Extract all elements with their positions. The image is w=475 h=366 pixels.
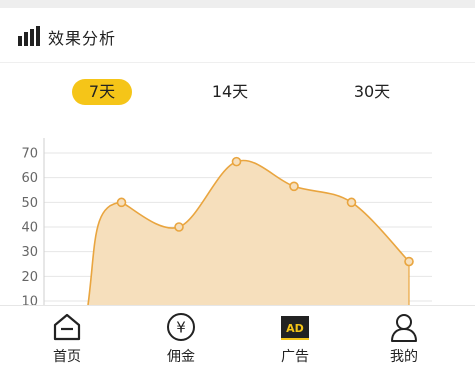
ad-badge-text: AD bbox=[286, 322, 304, 335]
ad-icon: AD bbox=[280, 312, 310, 342]
y-tick-label: 70 bbox=[21, 147, 38, 162]
data-point bbox=[346, 197, 357, 208]
y-tick-label: 50 bbox=[21, 196, 38, 211]
nav-home[interactable]: 首页 bbox=[8, 306, 126, 366]
user-icon bbox=[389, 312, 419, 342]
tab-30-days[interactable]: 30天 bbox=[342, 79, 402, 105]
data-point bbox=[404, 256, 414, 267]
home-icon bbox=[52, 312, 82, 342]
tab-7-days[interactable]: 7天 bbox=[72, 79, 132, 105]
nav-commission-label: 佣金 bbox=[167, 349, 195, 365]
data-point bbox=[231, 156, 242, 167]
nav-home-label: 首页 bbox=[53, 349, 81, 365]
y-tick-label: 10 bbox=[21, 295, 38, 305]
period-tabs: 7天 14天 30天 bbox=[0, 70, 475, 114]
y-tick-label: 30 bbox=[21, 245, 38, 260]
data-point bbox=[116, 197, 127, 208]
y-tick-label: 60 bbox=[21, 171, 38, 186]
nav-ads[interactable]: AD 广告 bbox=[236, 306, 354, 366]
area-chart: 70 60 50 40 30 20 10 bbox=[21, 138, 432, 305]
effect-chart: 70 60 50 40 30 20 10 bbox=[0, 120, 475, 305]
nav-mine[interactable]: 我的 bbox=[345, 306, 463, 366]
header: 效果分析 bbox=[0, 8, 475, 63]
page-title: 效果分析 bbox=[48, 29, 117, 48]
data-point bbox=[289, 181, 299, 192]
nav-commission[interactable]: ¥ 佣金 bbox=[122, 306, 240, 366]
nav-ads-label: 广告 bbox=[281, 349, 309, 365]
yen-icon: ¥ bbox=[166, 312, 196, 342]
data-point bbox=[174, 222, 184, 232]
status-strip bbox=[0, 0, 475, 8]
svg-text:¥: ¥ bbox=[176, 319, 186, 337]
y-tick-label: 40 bbox=[21, 221, 38, 236]
area-fill bbox=[88, 160, 409, 305]
bar-chart-icon bbox=[18, 26, 40, 46]
y-tick-label: 20 bbox=[21, 270, 38, 285]
bottom-nav: 首页 ¥ 佣金 AD 广告 我的 bbox=[0, 305, 475, 366]
nav-mine-label: 我的 bbox=[390, 349, 418, 365]
tab-14-days[interactable]: 14天 bbox=[200, 79, 260, 105]
